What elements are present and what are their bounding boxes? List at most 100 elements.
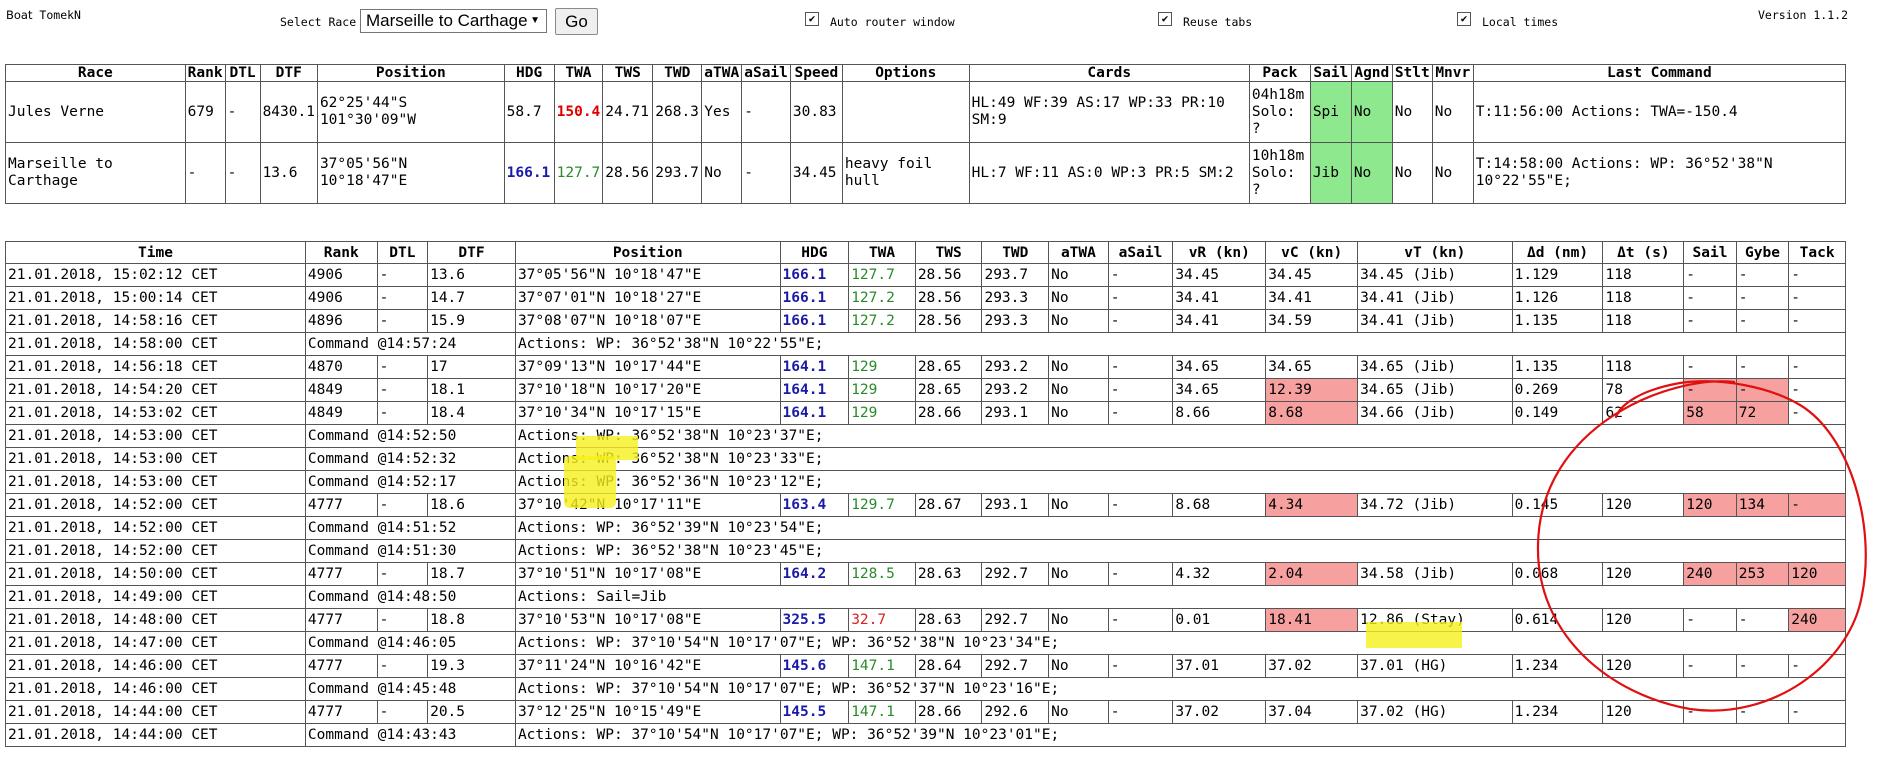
vc-cell: 2.04 bbox=[1265, 562, 1359, 586]
col-header-vc-kn: vC (kn) bbox=[1265, 241, 1359, 264]
twa-cell: 127.2 bbox=[848, 309, 916, 333]
vt-cell: 34.41 (Jib) bbox=[1357, 309, 1513, 333]
atwa-cell: No bbox=[1048, 263, 1109, 287]
twa-cell: 127.7 bbox=[848, 263, 916, 287]
command-cell: Command @14:52:32 bbox=[304, 447, 516, 471]
dtl-cell: - bbox=[224, 142, 261, 204]
command-cell: Command @14:51:30 bbox=[304, 539, 516, 563]
highlight-mark bbox=[564, 456, 616, 508]
highlight-mark bbox=[1366, 622, 1462, 648]
red-circle-annotation bbox=[1536, 380, 1867, 712]
time-cell: 21.01.2018, 14:48:00 CET bbox=[5, 608, 306, 632]
col-header-dtl: DTL bbox=[224, 64, 261, 82]
asail-cell: - bbox=[741, 142, 791, 204]
local-times-checkbox[interactable]: ✔ bbox=[1457, 12, 1471, 26]
vr-cell: 0.01 bbox=[1172, 608, 1267, 632]
col-header-mnvr: Mnvr bbox=[1431, 64, 1474, 82]
race-select[interactable]: Marseille to Carthage ▼ bbox=[360, 9, 547, 33]
col-header-rank: Rank bbox=[304, 241, 378, 264]
dtl-cell: - bbox=[376, 355, 429, 379]
time-cell: 21.01.2018, 14:53:00 CET bbox=[5, 424, 306, 448]
col-header-dtf: DTF bbox=[259, 64, 318, 82]
boat-name: TomekN bbox=[39, 8, 81, 22]
vc-cell: 34.41 bbox=[1265, 286, 1359, 310]
vr-cell: 8.68 bbox=[1172, 493, 1267, 517]
vc-cell: 34.45 bbox=[1265, 263, 1359, 287]
twd-cell: 292.7 bbox=[981, 608, 1050, 632]
twd-cell: 292.6 bbox=[981, 700, 1050, 724]
twd-cell: 293.3 bbox=[981, 309, 1050, 333]
hdg-cell: 166.1 bbox=[779, 309, 850, 333]
reuse-tabs-checkbox[interactable]: ✔ bbox=[1158, 12, 1172, 26]
hdg-cell: 164.1 bbox=[779, 401, 850, 425]
options-cell bbox=[841, 81, 970, 143]
col-header-options: Options bbox=[841, 64, 970, 82]
col-header-tws: TWS bbox=[602, 64, 654, 82]
atwa-cell: No bbox=[1048, 700, 1109, 724]
stlt-cell: No bbox=[1391, 142, 1433, 204]
time-cell: 21.01.2018, 15:00:14 CET bbox=[5, 286, 306, 310]
asail-cell: - bbox=[1107, 493, 1174, 517]
speed-cell: 34.45 bbox=[789, 142, 843, 204]
action-cell: Actions: WP: 36°52'38"N 10°22'55"E; bbox=[514, 332, 1847, 356]
twd-cell: 293.1 bbox=[981, 401, 1050, 425]
tws-cell: 28.65 bbox=[914, 355, 983, 379]
race-name: Marseille to Carthage bbox=[5, 142, 186, 204]
col-header-asail: aSail bbox=[741, 64, 791, 82]
auto-router-checkbox[interactable]: ✔ bbox=[805, 12, 819, 26]
vt-cell: 34.66 (Jib) bbox=[1357, 401, 1513, 425]
go-button[interactable]: Go bbox=[555, 8, 598, 35]
vr-cell: 34.45 bbox=[1172, 263, 1267, 287]
time-cell: 21.01.2018, 14:44:00 CET bbox=[5, 700, 306, 724]
tws-cell: 28.67 bbox=[914, 493, 983, 517]
dtl-cell: - bbox=[376, 493, 429, 517]
vc-cell: 8.68 bbox=[1265, 401, 1359, 425]
vr-cell: 4.32 bbox=[1172, 562, 1267, 586]
agnd-cell: No bbox=[1350, 81, 1393, 143]
race-log-header: Time Rank DTL DTF Position HDG TWA TWS TWD aTWA aS… bbox=[5, 241, 1846, 264]
sail-cell: - bbox=[1683, 286, 1737, 310]
col-header-twd: TWD bbox=[981, 241, 1050, 264]
command-cell: Command @14:57:24 bbox=[304, 332, 516, 356]
atwa-cell: Yes bbox=[701, 81, 743, 143]
sail-cell: - bbox=[1683, 309, 1737, 333]
col-header-tws: TWS bbox=[914, 241, 983, 264]
time-cell: 21.01.2018, 14:46:00 CET bbox=[5, 654, 306, 678]
col-header-last-command: Last Command bbox=[1472, 64, 1847, 82]
dtl-cell: - bbox=[376, 562, 429, 586]
speed-cell: 30.83 bbox=[789, 81, 843, 143]
time-cell: 21.01.2018, 14:52:00 CET bbox=[5, 493, 306, 517]
time-cell: 21.01.2018, 14:46:00 CET bbox=[5, 677, 306, 701]
command-row: 21.01.2018, 14:44:00 CET Command @14:43:4… bbox=[5, 723, 1847, 747]
time-cell: 21.01.2018, 14:54:20 CET bbox=[5, 378, 306, 402]
hdg-cell: 145.6 bbox=[779, 654, 850, 678]
pos-cell: 37°10'42"N 10°17'11"E bbox=[514, 493, 781, 517]
sail-cell: Jib bbox=[1309, 142, 1352, 204]
dt-cell: 118 bbox=[1602, 286, 1685, 310]
vr-cell: 34.65 bbox=[1172, 378, 1267, 402]
col-header-twd: TWD bbox=[652, 64, 703, 82]
tack-cell: - bbox=[1788, 286, 1846, 310]
tws-cell: 28.65 bbox=[914, 378, 983, 402]
col-header-t-s: Δt (s) bbox=[1602, 241, 1685, 264]
rank-cell: 4849 bbox=[304, 401, 378, 425]
chevron-down-icon: ▼ bbox=[530, 15, 540, 26]
pos-cell: 37°10'51"N 10°17'08"E bbox=[514, 562, 781, 586]
twa-cell: 32.7 bbox=[848, 608, 916, 632]
atwa-cell: No bbox=[1048, 562, 1109, 586]
stlt-cell: No bbox=[1391, 81, 1433, 143]
rank-cell: 4777 bbox=[304, 654, 378, 678]
col-header-stlt: Stlt bbox=[1391, 64, 1433, 82]
twd-cell: 292.7 bbox=[981, 654, 1050, 678]
tws-cell: 28.56 bbox=[602, 142, 654, 204]
twd-cell: 293.1 bbox=[981, 493, 1050, 517]
atwa-cell: No bbox=[701, 142, 743, 204]
auto-router-label: Auto router window bbox=[830, 15, 955, 29]
dd-cell: 1.126 bbox=[1511, 286, 1604, 310]
asail-cell: - bbox=[1107, 286, 1174, 310]
rank-cell: 4777 bbox=[304, 493, 378, 517]
col-header-twa: TWA bbox=[848, 241, 916, 264]
command-cell: Command @14:46:05 bbox=[304, 631, 516, 655]
col-header-atwa: aTWA bbox=[701, 64, 743, 82]
atwa-cell: No bbox=[1048, 378, 1109, 402]
